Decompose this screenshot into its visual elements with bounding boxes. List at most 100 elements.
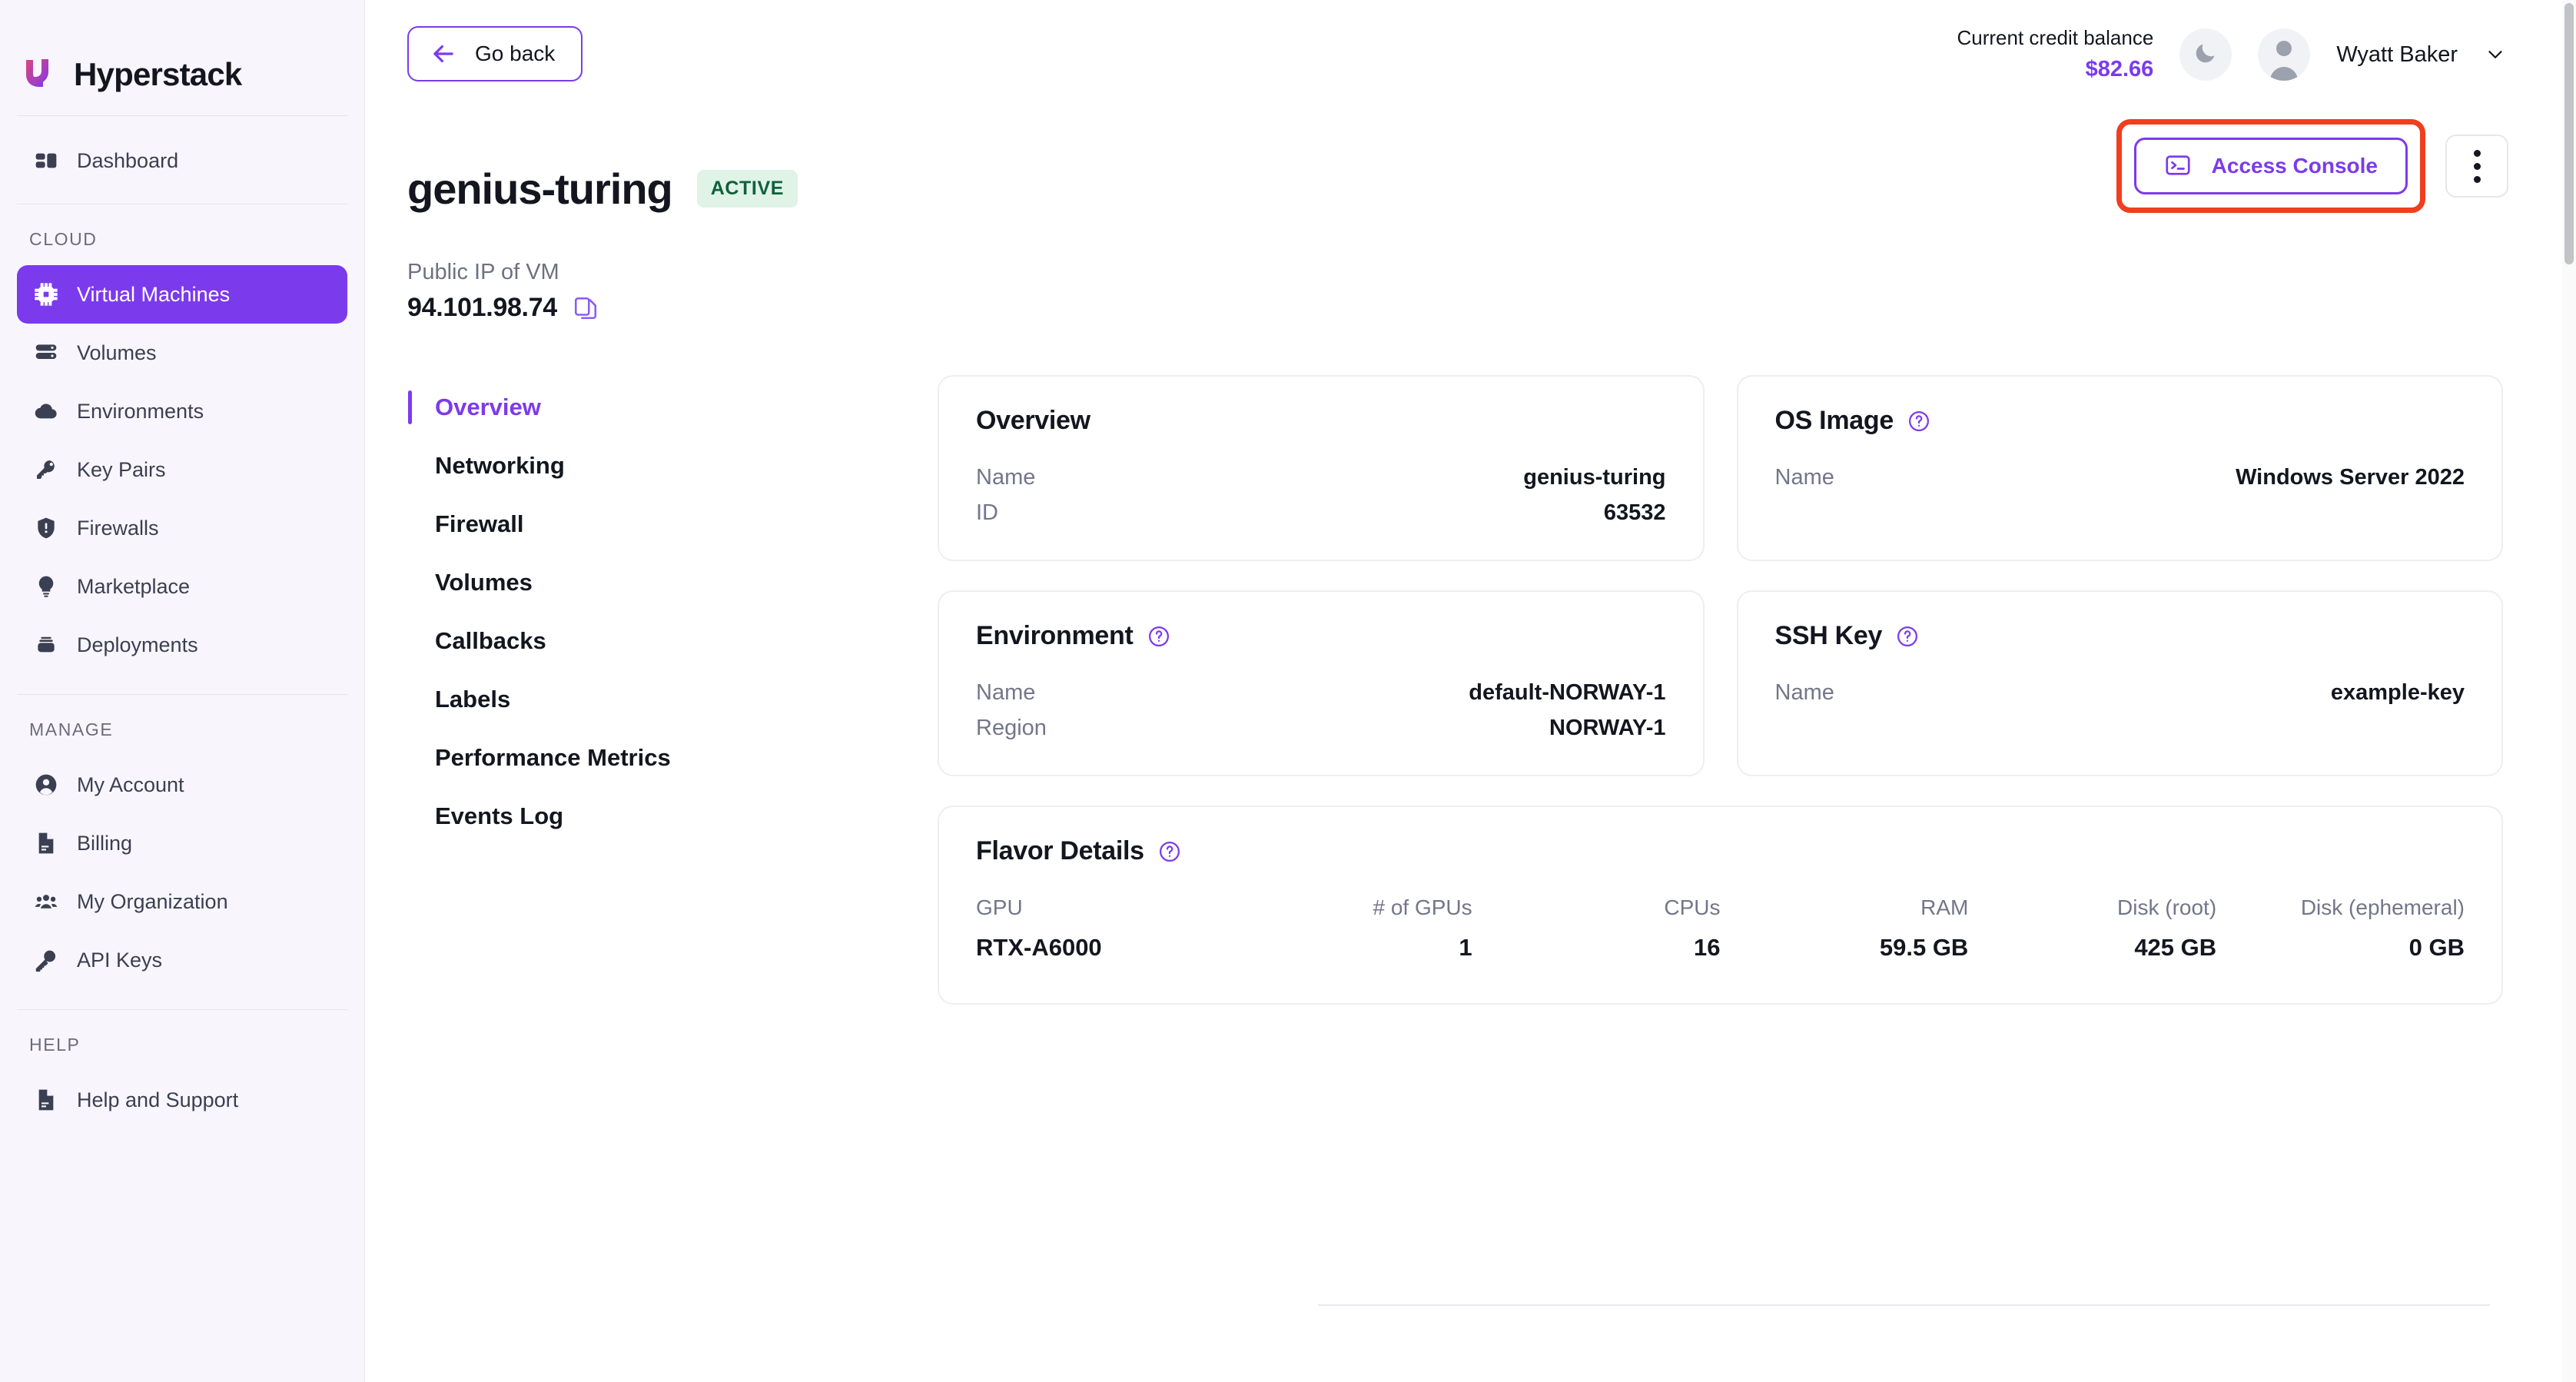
subnav-label: Events Log (435, 802, 564, 829)
table-row: Region NORWAY-1 (976, 716, 1666, 741)
table-row: Name example-key (1775, 680, 2465, 706)
flavor-details-card: Flavor Details GPU RTX-A6000 # of GPUs 1… (938, 806, 2503, 1005)
page-actions: Access Console (2116, 119, 2508, 213)
sidebar-item-key-pairs[interactable]: Key Pairs (17, 440, 347, 499)
app-root: Hyperstack Dashboard CLOUD Virtual Machi… (0, 0, 2576, 1382)
row-key: Name (976, 680, 1036, 705)
column-value: 425 GB (2134, 934, 2217, 961)
access-console-highlight: Access Console (2116, 119, 2425, 213)
public-ip-label: Public IP of VM (407, 260, 559, 284)
sidebar-item-environments[interactable]: Environments (17, 382, 347, 440)
card-header: OS Image (1775, 406, 2465, 436)
credit-balance: Current credit balance $82.66 (1957, 25, 2154, 85)
table-row: Name default-NORWAY-1 (976, 680, 1666, 706)
sidebar-item-my-account[interactable]: My Account (17, 756, 347, 814)
table-row: ID 63532 (976, 500, 1666, 526)
document-icon (34, 1088, 58, 1112)
sidebar-item-virtual-machines[interactable]: Virtual Machines (17, 265, 347, 324)
help-circle-icon[interactable] (1896, 625, 1919, 648)
sidebar-item-help-and-support[interactable]: Help and Support (17, 1071, 347, 1129)
card-title: OS Image (1774, 406, 1894, 435)
card-row-2: Environment Name default-NORWAY-1 Region… (938, 590, 2503, 776)
subnav-item-firewall[interactable]: Firewall (407, 495, 938, 553)
status-badge: ACTIVE (696, 170, 798, 208)
document-icon (34, 831, 58, 855)
access-console-button[interactable]: Access Console (2133, 138, 2408, 194)
overview-card: Overview Name genius-turing ID 63532 (938, 375, 1705, 561)
flavor-column-ram: RAM 59.5 GB (1721, 895, 1969, 962)
subnav-item-performance-metrics[interactable]: Performance Metrics (407, 729, 938, 787)
section-divider (1318, 1304, 2490, 1306)
terminal-icon (2164, 151, 2192, 181)
sidebar-item-label: Environments (77, 399, 204, 423)
help-circle-icon[interactable] (1147, 625, 1170, 648)
column-value: 16 (1694, 934, 1721, 961)
user-name[interactable]: Wyatt Baker (2336, 42, 2458, 68)
theme-toggle-button[interactable] (2179, 28, 2232, 81)
content-area: Overview Networking Firewall Volumes Cal… (365, 323, 2576, 1034)
row-value: default-NORWAY-1 (1469, 680, 1666, 705)
sidebar-item-firewalls[interactable]: Firewalls (17, 499, 347, 557)
sidebar-item-label: Firewalls (77, 516, 159, 540)
sidebar-item-billing[interactable]: Billing (17, 814, 347, 872)
subnav-item-volumes[interactable]: Volumes (407, 553, 938, 612)
flavor-column-disk-root: Disk (root) 425 GB (1968, 895, 2216, 962)
sidebar-item-label: Marketplace (77, 574, 191, 598)
sidebar-item-label: Virtual Machines (77, 282, 231, 306)
subnav-item-labels[interactable]: Labels (407, 670, 938, 729)
subnav-label: Callbacks (435, 627, 546, 654)
subnav-item-networking[interactable]: Networking (407, 437, 938, 495)
more-vertical-icon (2473, 175, 2481, 183)
card-row-1: Overview Name genius-turing ID 63532 OS … (938, 375, 2503, 561)
page-title: genius-turing (407, 164, 673, 213)
sidebar-item-label: Dashboard (77, 148, 179, 172)
sidebar-item-volumes[interactable]: Volumes (17, 324, 347, 382)
row-key: Name (1774, 465, 1834, 490)
copy-icon[interactable] (573, 295, 599, 321)
sidebar-section-manage: MANAGE My Account Billing My Organizatio… (0, 695, 364, 1009)
sidebar-item-my-organization[interactable]: My Organization (17, 872, 347, 931)
moon-icon (2193, 40, 2219, 70)
page-scrollbar-thumb[interactable] (2564, 3, 2574, 264)
stack-icon (34, 633, 58, 657)
sidebar-item-label: My Organization (77, 889, 228, 913)
credit-balance-value: $82.66 (2085, 57, 2154, 82)
sidebar-item-deployments[interactable]: Deployments (17, 616, 347, 674)
brand[interactable]: Hyperstack (0, 0, 364, 115)
sidebar-item-dashboard[interactable]: Dashboard (17, 131, 347, 190)
access-console-label: Access Console (2211, 154, 2378, 178)
table-row: Name genius-turing (976, 465, 1666, 490)
subnav-item-overview[interactable]: Overview (407, 378, 938, 437)
more-options-button[interactable] (2445, 135, 2508, 198)
flavor-column-cpus: CPUs 16 (1472, 895, 1721, 962)
credit-balance-label: Current credit balance (1957, 26, 2154, 49)
sidebar-item-label: Deployments (77, 633, 198, 656)
card-header: Environment (976, 621, 1666, 651)
help-circle-icon[interactable] (1158, 840, 1181, 863)
column-header: GPU (976, 895, 1023, 919)
column-header: Disk (root) (2117, 895, 2217, 919)
topbar: Go back Current credit balance $82.66 Wy… (365, 0, 2576, 111)
subnav-item-events-log[interactable]: Events Log (407, 787, 938, 845)
row-value: NORWAY-1 (1549, 716, 1666, 740)
sidebar-section-label-manage: MANAGE (29, 719, 114, 739)
chevron-down-icon[interactable] (2484, 43, 2507, 66)
row-value: Windows Server 2022 (2236, 465, 2465, 490)
detail-subnav: Overview Networking Firewall Volumes Cal… (407, 375, 938, 1034)
go-back-button[interactable]: Go back (407, 26, 583, 81)
subnav-label: Firewall (435, 510, 524, 537)
sidebar-section-label-cloud: CLOUD (29, 229, 98, 249)
database-icon (34, 341, 58, 365)
page-scrollbar[interactable] (2562, 0, 2576, 1382)
help-circle-icon[interactable] (1907, 410, 1930, 433)
flavor-column-disk-ephemeral: Disk (ephemeral) 0 GB (2216, 895, 2465, 962)
shield-icon (34, 516, 58, 540)
sidebar-item-api-keys[interactable]: API Keys (17, 931, 347, 989)
row-key: Name (1774, 680, 1834, 705)
card-header: SSH Key (1775, 621, 2465, 651)
avatar[interactable] (2258, 28, 2311, 81)
column-header: RAM (1920, 895, 1969, 919)
row-value: example-key (2330, 680, 2465, 705)
sidebar-item-marketplace[interactable]: Marketplace (17, 557, 347, 616)
subnav-item-callbacks[interactable]: Callbacks (407, 612, 938, 670)
